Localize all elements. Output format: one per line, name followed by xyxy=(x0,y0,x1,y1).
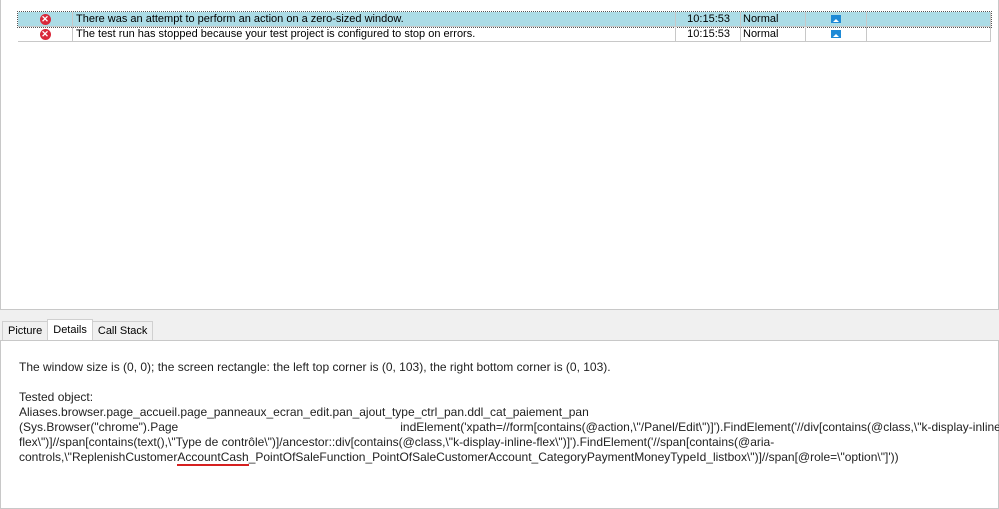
log-priority: Normal xyxy=(741,12,806,26)
window-size-message: The window size is (0, 0); the screen re… xyxy=(19,360,611,374)
log-message: The test run has stopped because your te… xyxy=(73,27,676,41)
picture-icon[interactable] xyxy=(831,15,841,23)
details-tabs: Picture Details Call Stack xyxy=(2,319,154,340)
details-panel: The window size is (0, 0); the screen re… xyxy=(0,340,999,509)
tab-details[interactable]: Details xyxy=(47,319,93,340)
log-time: 10:15:53 xyxy=(676,27,741,41)
spellcheck-underline: AccountCash xyxy=(177,450,249,466)
tab-picture[interactable]: Picture xyxy=(2,321,49,340)
tab-call-stack[interactable]: Call Stack xyxy=(91,321,154,340)
error-icon: ✕ xyxy=(39,13,51,25)
log-time: 10:15:53 xyxy=(676,12,741,26)
tested-object-label: Tested object: xyxy=(19,390,94,404)
picture-icon[interactable] xyxy=(831,30,841,38)
alias-path: Aliases.browser.page_accueil.page_pannea… xyxy=(19,405,589,419)
log-priority: Normal xyxy=(741,27,806,41)
object-path-line: flex\")]//span[contains(text(),\"Type de… xyxy=(19,435,775,449)
object-path-line: controls,\"ReplenishCustomerAccountCash_… xyxy=(19,450,899,466)
log-row[interactable]: ✕ There was an attempt to perform an act… xyxy=(17,11,992,28)
error-icon: ✕ xyxy=(39,28,51,40)
log-message: There was an attempt to perform an actio… xyxy=(73,12,676,26)
test-log-grid: ✕ There was an attempt to perform an act… xyxy=(0,0,999,310)
log-row[interactable]: ✕ The test run has stopped because your … xyxy=(18,27,991,42)
object-path-line: (Sys.Browser("chrome").Page indElement('x… xyxy=(19,420,999,434)
